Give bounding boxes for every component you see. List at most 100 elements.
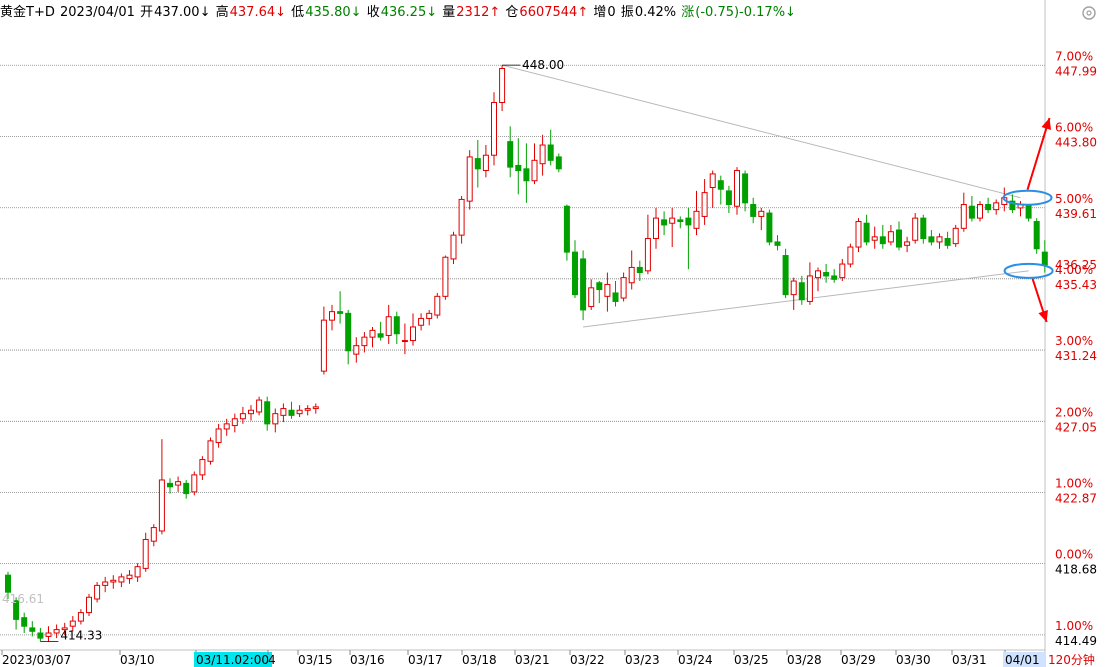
- candle-body: [102, 581, 109, 586]
- candle-body: [426, 312, 433, 319]
- candle-body: [823, 272, 830, 277]
- axis-price-label: 447.99: [1055, 64, 1097, 78]
- candle-body: [588, 287, 595, 308]
- candle-body: [239, 413, 246, 420]
- candle-body: [628, 266, 635, 284]
- up-arrow-head: [1041, 118, 1052, 130]
- candle-body: [604, 283, 611, 297]
- candle-body: [1041, 251, 1048, 266]
- candle-body: [264, 401, 271, 425]
- candle-body: [329, 311, 335, 321]
- axis-price-label: 427.05: [1055, 420, 1097, 434]
- candle-body: [636, 266, 643, 274]
- x-axis-label: 03/21: [515, 653, 550, 667]
- x-axis-label: 03/31: [952, 653, 987, 667]
- candle-body: [37, 632, 44, 639]
- right-axis: 7.00%447.996.00%443.805.00%439.614.00%43…: [1055, 49, 1097, 648]
- axis-price-label: 418.68: [1055, 563, 1097, 577]
- candle-body: [29, 627, 36, 632]
- candle-body: [936, 236, 943, 243]
- candle-body: [442, 256, 449, 297]
- candle-body: [572, 251, 578, 296]
- candle-body: [69, 620, 76, 627]
- x-axis-label: 4: [268, 653, 276, 667]
- grid-layer: [0, 0, 1046, 667]
- candle-body: [928, 236, 935, 243]
- candle-body: [280, 408, 287, 416]
- candle-body: [507, 141, 514, 168]
- candle-body: [547, 144, 554, 161]
- candle-body: [701, 192, 708, 217]
- candle-body: [653, 217, 659, 240]
- candle-body: [815, 270, 821, 279]
- candle-body: [94, 584, 101, 600]
- candle-body: [53, 629, 60, 634]
- candle-body: [742, 173, 749, 204]
- axis-price-label: 439.61: [1055, 207, 1097, 221]
- candle-body: [377, 333, 384, 338]
- candle-body: [620, 277, 627, 299]
- candle-body: [256, 399, 263, 413]
- candle-body: [215, 428, 222, 444]
- x-axis-label: 03/16: [350, 653, 385, 667]
- candle-body: [750, 204, 757, 217]
- candle-body: [361, 336, 368, 347]
- candle-body: [304, 408, 311, 411]
- axis-pct-label: 3.00%: [1055, 334, 1093, 348]
- candle-body: [580, 258, 587, 311]
- current-price-label: 436.25: [1055, 258, 1097, 272]
- candle-body: [831, 275, 838, 280]
- x-axis-label: 03/30: [896, 653, 931, 667]
- candle-body: [798, 282, 805, 301]
- x-axis-label: 03/17: [408, 653, 443, 667]
- x-axis-label: 03/18: [462, 653, 497, 667]
- candle-body: [199, 459, 206, 476]
- candle-body: [985, 204, 992, 211]
- candle-body: [458, 198, 465, 236]
- candle-body: [515, 164, 522, 172]
- candle-body: [863, 222, 870, 243]
- candle-body: [288, 409, 295, 416]
- candle-body: [766, 212, 773, 243]
- x-axis-label: 03/25: [734, 653, 769, 667]
- axis-pct-label: 0.00%: [1055, 548, 1093, 562]
- axis-price-label: 422.87: [1055, 491, 1097, 505]
- candle-body: [142, 538, 149, 569]
- candle-body: [758, 210, 765, 217]
- axis-price-label: 431.24: [1055, 349, 1097, 363]
- candlestick-chart: 448.00 414.33 416.61 7.00%447.99 6.00%443.8…: [0, 0, 1097, 667]
- candle-body: [207, 440, 214, 462]
- candle-body: [474, 158, 481, 170]
- candle-body: [661, 219, 668, 226]
- candle-body: [223, 423, 230, 430]
- axis-pct-label: 6.00%: [1055, 121, 1093, 135]
- min-price-label: 414.33: [60, 628, 102, 642]
- candle-body: [418, 317, 425, 326]
- candles: [5, 65, 1048, 642]
- candle-body: [896, 229, 902, 248]
- x-axis-label: 03/23: [625, 653, 660, 667]
- candle-body: [944, 238, 951, 246]
- candle-body: [77, 612, 84, 622]
- candle-body: [337, 311, 344, 314]
- candle-body: [369, 329, 376, 338]
- left-partial-label: 416.61: [2, 592, 44, 606]
- candle-body: [847, 246, 854, 265]
- candle-body: [904, 241, 911, 246]
- candle-body: [839, 263, 846, 279]
- axis-pct-label: 1.00%: [1055, 619, 1093, 633]
- x-axis-label: 03/15: [298, 653, 333, 667]
- candle-body: [523, 168, 530, 182]
- candle-body: [790, 280, 797, 296]
- candle-body: [871, 236, 878, 241]
- candle-body: [191, 474, 198, 493]
- candle-body: [717, 180, 724, 190]
- period-label: 120分钟: [1048, 652, 1095, 667]
- candle-body: [531, 159, 538, 182]
- trend-line: [583, 270, 1029, 328]
- candle-body: [296, 409, 303, 415]
- x-axis-label: 03/22: [570, 653, 605, 667]
- candle-body: [920, 217, 927, 240]
- candle-body: [312, 406, 319, 410]
- axis-price-label: 443.80: [1055, 136, 1097, 150]
